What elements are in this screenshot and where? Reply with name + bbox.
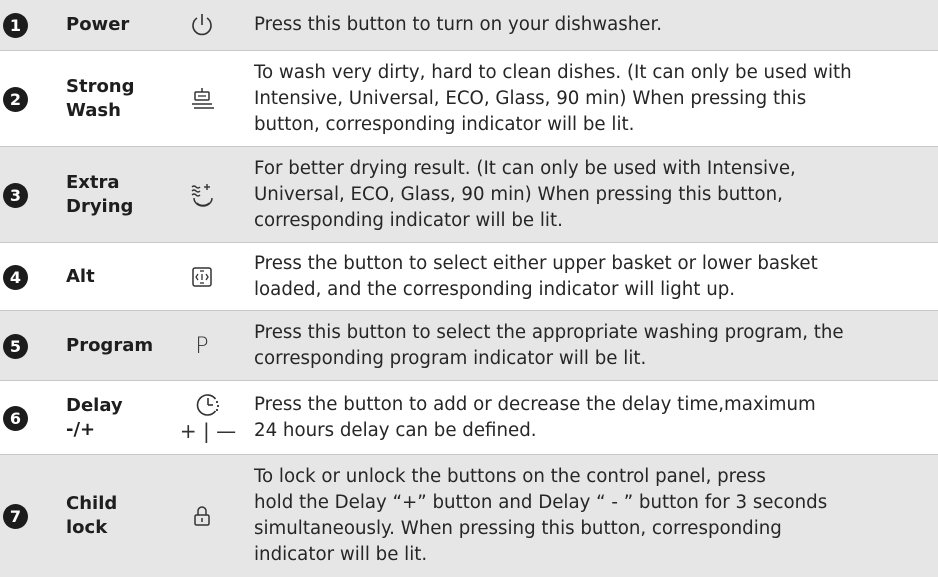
button-description: To lock or unlock the buttons on the con… <box>254 466 828 565</box>
button-name: Program <box>66 335 154 356</box>
row-number-badge: 6 <box>3 405 28 431</box>
delay-plus-minus-icon: + | — <box>179 419 237 443</box>
strong-wash-icon <box>180 79 224 119</box>
button-function-table: 1 Power Press this button to turn on you… <box>0 0 938 577</box>
row-number-badge: 3 <box>3 182 28 208</box>
table-row-child-lock: 7 Child lock To lock or unlock the butto… <box>0 454 938 577</box>
row-number-badge: 1 <box>3 12 28 38</box>
button-name: Strong Wash <box>66 76 135 121</box>
table-row-alt: 4 Alt Press the button to select either … <box>0 242 938 311</box>
button-description: To wash very dirty, hard to clean dishes… <box>254 62 852 135</box>
delay-icon: + | — <box>168 388 248 448</box>
power-icon <box>180 5 224 45</box>
row-number-badge: 5 <box>3 333 28 359</box>
extra-drying-icon <box>180 175 224 215</box>
row-number-badge: 7 <box>3 503 28 529</box>
table-row-delay: 6 Delay -/+ + | — Press the button to ad… <box>0 380 938 455</box>
row-number-badge: 4 <box>3 264 28 290</box>
button-name: Delay -/+ <box>66 395 123 440</box>
button-name: Child lock <box>66 493 118 538</box>
button-name: Power <box>66 14 130 35</box>
button-name: Extra Drying <box>66 172 134 217</box>
button-description: For better drying result. (It can only b… <box>254 158 796 231</box>
button-description: Press this button to turn on your dishwa… <box>254 14 663 35</box>
program-icon: P <box>180 326 224 366</box>
child-lock-icon <box>180 496 224 536</box>
table-row-strong-wash: 2 Strong Wash To wash very dirty, hard t… <box>0 50 938 147</box>
table-row-power: 1 Power Press this button to turn on you… <box>0 0 938 50</box>
button-description: Press this button to select the appropri… <box>254 322 844 369</box>
program-icon-letter: P <box>195 333 209 359</box>
alt-basket-icon <box>180 257 224 297</box>
table-row-program: 5 Program P Press this button to select … <box>0 310 938 381</box>
row-number-badge: 2 <box>3 86 28 112</box>
button-description: Press the button to select either upper … <box>254 253 818 300</box>
table-row-extra-drying: 3 Extra Drying For better drying result.… <box>0 146 938 243</box>
button-description: Press the button to add or decrease the … <box>254 394 816 441</box>
button-name: Alt <box>66 266 95 287</box>
